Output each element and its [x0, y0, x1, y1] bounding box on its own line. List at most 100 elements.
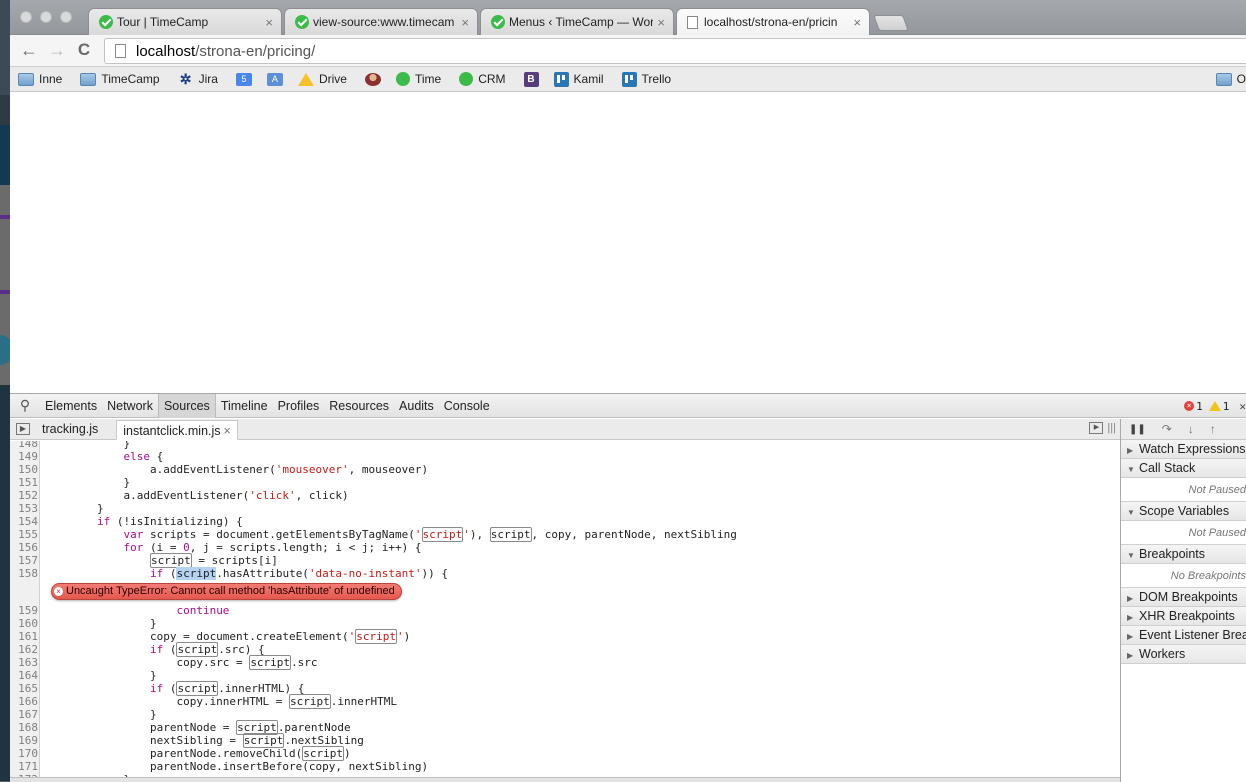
browser-tab[interactable]: Tour | TimeCamp × [88, 8, 282, 35]
line-number[interactable]: 164 [10, 669, 38, 682]
line-number[interactable]: 163 [10, 656, 38, 669]
code-line[interactable]: 158 if (script.hasAttribute('data-no-ins… [10, 567, 1120, 580]
line-number[interactable]: 150 [10, 463, 38, 476]
close-tab-icon[interactable]: × [853, 15, 861, 30]
warning-icon[interactable] [1208, 401, 1221, 411]
devtools-tab-resources[interactable]: Resources [324, 394, 394, 418]
bookmark-item[interactable]: CRM [459, 72, 506, 86]
sidebar-pane-workers[interactable]: ▶ Workers [1121, 645, 1246, 664]
sidebar-pane-event-listener-breakpoints[interactable]: ▶ Event Listener Breakpoints [1121, 626, 1246, 645]
warning-count[interactable]: 1 [1223, 400, 1230, 413]
zoom-window-button[interactable] [60, 11, 72, 23]
line-number[interactable]: 151 [10, 476, 38, 489]
line-number[interactable]: 149 [10, 450, 38, 463]
code-line[interactable]: 171 parentNode.insertBefore(copy, nextSi… [10, 760, 1120, 773]
line-number[interactable]: 158 [10, 567, 38, 580]
bookmark-item[interactable]: ✲ Jira [178, 72, 218, 87]
bookmark-item[interactable]: Kamil [553, 71, 604, 87]
forward-button[interactable]: → [46, 39, 68, 61]
line-number[interactable]: 159 [10, 604, 38, 617]
bookmark-item[interactable]: TimeCamp [80, 72, 160, 86]
code-line[interactable]: 167 } [10, 708, 1120, 721]
minimize-window-button[interactable] [40, 11, 52, 23]
code-line[interactable]: 155 var scripts = document.getElementsBy… [10, 527, 1120, 542]
code-line[interactable]: 160 } [10, 617, 1120, 630]
navigator-toggle-icon[interactable]: ▶ [16, 423, 30, 435]
bookmark-item[interactable]: B [523, 71, 544, 87]
code-line[interactable]: 149 else { [10, 450, 1120, 463]
bookmark-item[interactable]: Time [395, 72, 441, 86]
pause-icon[interactable]: ❚❚ [1129, 424, 1146, 435]
code-line[interactable]: 168 parentNode = script.parentNode [10, 720, 1120, 735]
close-file-icon[interactable]: × [224, 424, 231, 438]
browser-tab[interactable]: view-source:www.timecam × [284, 8, 478, 35]
file-tab[interactable]: tracking.js [36, 419, 104, 439]
sidebar-pane-call-stack[interactable]: ▼ Call Stack [1121, 459, 1246, 478]
address-bar[interactable]: localhost/strona-en/pricing/ [104, 38, 1246, 64]
close-window-button[interactable] [20, 11, 32, 23]
drag-handle-icon[interactable]: ||| [1107, 422, 1116, 434]
devtools-tab-network[interactable]: Network [102, 394, 158, 418]
devtools-tab-console[interactable]: Console [439, 394, 495, 418]
browser-tab[interactable]: localhost/strona-en/pricin × [676, 8, 870, 35]
sidebar-toggle-icon[interactable]: ▶ [1089, 422, 1104, 434]
code-line[interactable]: 159 continue [10, 604, 1120, 617]
code-line[interactable]: 157 script = scripts[i] [10, 553, 1120, 568]
sidebar-pane-xhr-breakpoints[interactable]: ▶ XHR Breakpoints [1121, 607, 1246, 626]
new-tab-button[interactable] [873, 15, 909, 31]
devtools-tab-profiles[interactable]: Profiles [273, 394, 325, 418]
browser-tab[interactable]: Menus ‹ TimeCamp — Wor × [480, 8, 674, 35]
step-into-icon[interactable]: ↓ [1188, 422, 1194, 436]
search-icon[interactable]: ⚲ [10, 397, 40, 414]
error-count[interactable]: 1 [1196, 400, 1203, 413]
line-number[interactable]: 160 [10, 617, 38, 630]
devtools-tab-audits[interactable]: Audits [394, 394, 439, 418]
devtools-tab-sources[interactable]: Sources [157, 393, 216, 418]
line-number[interactable]: 154 [10, 515, 38, 528]
line-number[interactable]: 169 [10, 734, 38, 747]
code-line[interactable]: 154 if (!isInitializing) { [10, 515, 1120, 528]
line-number[interactable]: 152 [10, 489, 38, 502]
line-number[interactable]: 167 [10, 708, 38, 721]
code-line[interactable]: 165 if (script.innerHTML) { [10, 681, 1120, 696]
code-line[interactable]: 162 if (script.src) { [10, 642, 1120, 657]
line-number[interactable]: 162 [10, 643, 38, 656]
sidebar-pane-watch-expressions[interactable]: ▶ Watch Expressions [1121, 440, 1246, 459]
line-number[interactable]: 156 [10, 541, 38, 554]
sidebar-pane-scope-variables[interactable]: ▼ Scope Variables [1121, 502, 1246, 521]
close-tab-icon[interactable]: × [265, 15, 273, 30]
line-number[interactable]: 170 [10, 747, 38, 760]
code-line[interactable]: 169 nextSibling = script.nextSibling [10, 733, 1120, 748]
bookmark-item[interactable]: A [266, 72, 288, 86]
horizontal-scrollbar[interactable] [10, 777, 1120, 782]
close-tab-icon[interactable]: × [461, 15, 469, 30]
code-line[interactable]: 166 copy.innerHTML = script.innerHTML [10, 694, 1120, 709]
line-number[interactable]: 165 [10, 682, 38, 695]
line-number[interactable]: 166 [10, 695, 38, 708]
code-line[interactable]: 163 copy.src = script.src [10, 655, 1120, 670]
other-bookmarks[interactable]: O [1215, 72, 1246, 86]
devtools-tab-elements[interactable]: Elements [40, 394, 102, 418]
step-out-icon[interactable]: ↑ [1210, 422, 1216, 436]
code-line[interactable]: 151 } [10, 476, 1120, 489]
bookmark-item[interactable]: Trello [621, 71, 671, 87]
code-line[interactable]: 152 a.addEventListener('click', click) [10, 489, 1120, 502]
devtools-tab-timeline[interactable]: Timeline [216, 394, 273, 418]
line-number[interactable]: 155 [10, 528, 38, 541]
code-line[interactable]: 153 } [10, 502, 1120, 515]
code-line[interactable]: 164 } [10, 669, 1120, 682]
debugger-toggle[interactable]: ▶ ||| [1089, 422, 1116, 434]
bookmark-item[interactable]: 5 [235, 72, 257, 86]
code-line[interactable]: 161 copy = document.createElement('scrip… [10, 629, 1120, 644]
sidebar-pane-dom-breakpoints[interactable]: ▶ DOM Breakpoints [1121, 588, 1246, 607]
line-number[interactable]: 157 [10, 554, 38, 567]
line-number[interactable]: 148 [10, 441, 38, 450]
code-line[interactable]: 150 a.addEventListener('mouseover', mous… [10, 463, 1120, 476]
code-line[interactable]: 148 } [10, 441, 1120, 450]
code-view[interactable]: 148 } 149 else {150 a.addEventListener('m… [10, 441, 1120, 782]
reload-button[interactable]: C [73, 39, 95, 61]
file-tab[interactable]: instantclick.min.js × [116, 420, 238, 440]
code-line[interactable]: 170 parentNode.removeChild(script) [10, 746, 1120, 761]
line-number[interactable]: 168 [10, 721, 38, 734]
bookmark-item[interactable]: Drive [297, 72, 347, 86]
